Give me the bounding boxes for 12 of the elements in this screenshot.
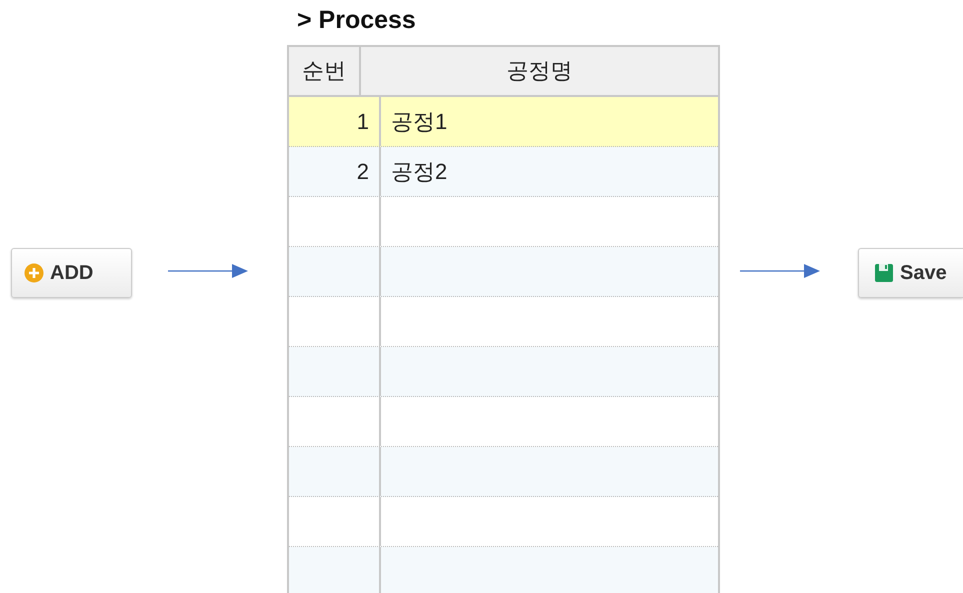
add-button[interactable]: ADD [11, 248, 132, 298]
panel-title: > Process [296, 5, 417, 36]
arrow-icon [740, 264, 820, 278]
column-header: 순번 [289, 47, 361, 95]
table-cell-text: 공정2 [390, 158, 448, 186]
arrow-icon [168, 264, 248, 278]
table-cell-text: 공정1 [390, 108, 448, 136]
save-button[interactable]: Save [858, 248, 963, 298]
table-row[interactable]: 1 공정1 [289, 97, 718, 147]
plus-icon [24, 263, 44, 283]
table-row[interactable]: 2 공정2 [289, 147, 718, 197]
column-header: 공정명 [506, 57, 574, 85]
